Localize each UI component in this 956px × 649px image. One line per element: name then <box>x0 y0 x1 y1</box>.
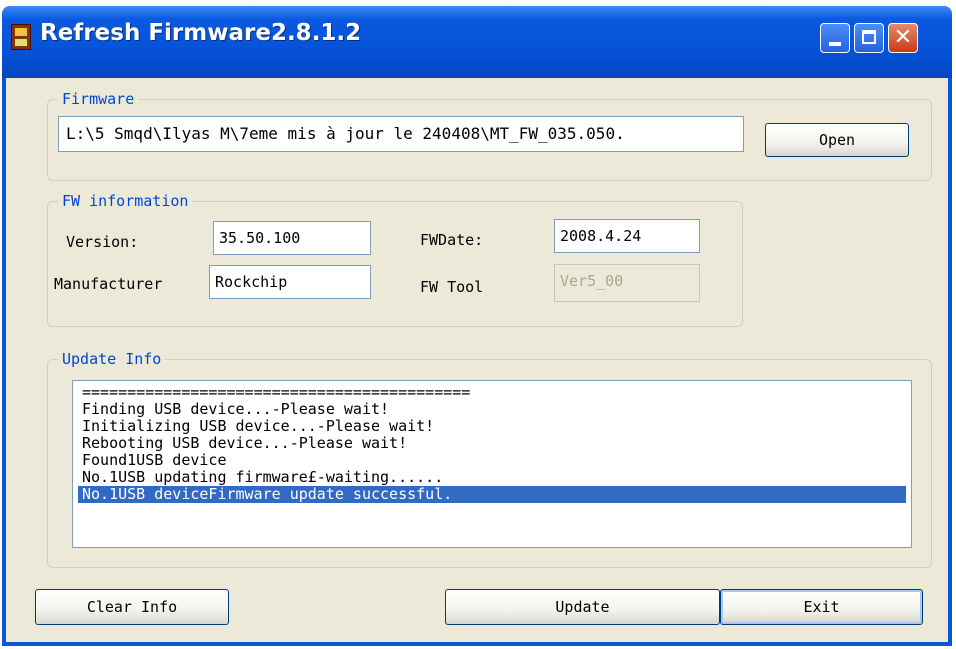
log-line[interactable]: Found1USB device <box>82 452 906 469</box>
fwdate-label: FWDate: <box>420 231 484 249</box>
update-info-legend: Update Info <box>58 349 166 369</box>
clear-info-button[interactable]: Clear Info <box>35 589 229 625</box>
maximize-icon <box>862 30 876 44</box>
log-line[interactable]: Rebooting USB device...-Please wait! <box>82 435 906 452</box>
dialog-client-area: Firmware L:\5 Smqd\Ilyas M\7eme mis à jo… <box>6 78 948 642</box>
update-log-list[interactable]: ========================================… <box>72 380 912 548</box>
version-field[interactable]: 35.50.100 <box>213 221 371 255</box>
fw-tool-field: Ver5_00 <box>554 264 700 302</box>
firmware-path-field[interactable]: L:\5 Smqd\Ilyas M\7eme mis à jour le 240… <box>58 116 744 152</box>
main-window: Refresh Firmware2.8.1.2 ✕ Firmware L:\5 … <box>2 6 952 646</box>
window-title: Refresh Firmware2.8.1.2 <box>40 20 362 46</box>
log-line[interactable]: Finding USB device...-Please wait! <box>82 401 906 418</box>
log-line[interactable]: ========================================… <box>82 384 906 401</box>
maximize-button[interactable] <box>854 23 884 53</box>
device-icon <box>11 24 31 50</box>
update-button[interactable]: Update <box>445 589 720 625</box>
firmware-group-legend: Firmware <box>58 89 139 109</box>
fw-tool-label: FW Tool <box>420 278 484 296</box>
minimize-icon <box>829 42 841 46</box>
exit-button[interactable]: Exit <box>720 589 923 625</box>
fwdate-field[interactable]: 2008.4.24 <box>554 219 700 253</box>
minimize-button[interactable] <box>820 23 850 53</box>
log-line[interactable]: Initializing USB device...-Please wait! <box>82 418 906 435</box>
fw-information-legend: FW information <box>58 191 193 211</box>
open-button[interactable]: Open <box>765 123 909 157</box>
version-label: Version: <box>66 233 139 251</box>
manufacturer-field[interactable]: Rockchip <box>209 265 371 299</box>
title-bar[interactable]: Refresh Firmware2.8.1.2 ✕ <box>2 6 952 78</box>
manufacturer-label: Manufacturer <box>54 275 163 293</box>
log-line-selected[interactable]: No.1USB deviceFirmware update successful… <box>78 486 906 503</box>
close-button[interactable]: ✕ <box>888 23 918 53</box>
log-line[interactable]: No.1USB updating firmware£-waiting...... <box>82 469 906 486</box>
close-icon: ✕ <box>893 25 913 50</box>
